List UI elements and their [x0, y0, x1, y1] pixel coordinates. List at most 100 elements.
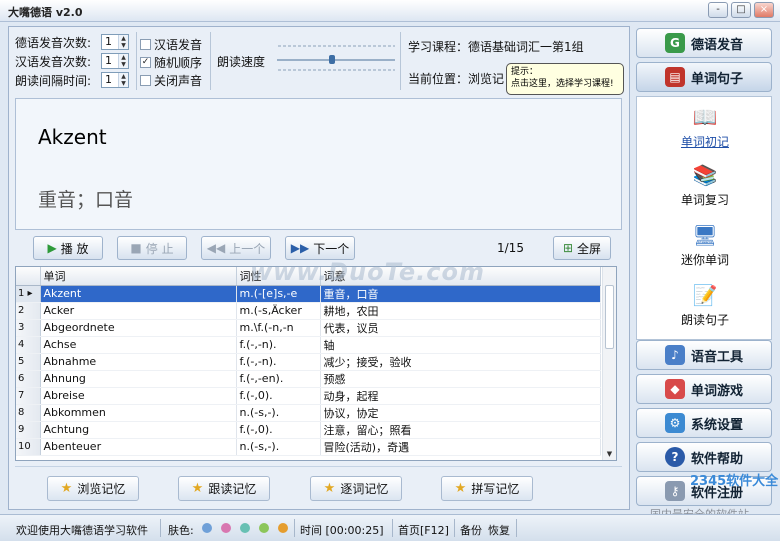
- chinese-audio-checkbox[interactable]: 汉语发音: [140, 36, 202, 53]
- table-row[interactable]: 10 Abenteuer n.(-s,-). 冒险(活动)，奇遇: [16, 438, 601, 456]
- german-repeat-value: 1: [105, 35, 112, 48]
- maximize-button[interactable]: □: [731, 2, 751, 18]
- word-cell: Abkommen: [40, 404, 237, 422]
- table-row[interactable]: 2 Acker m.(-s,Äcker 耕地，农田: [16, 302, 601, 320]
- book-icon: ▤: [664, 67, 685, 87]
- play-label: 播 放: [60, 241, 89, 256]
- restore-link[interactable]: 恢复: [488, 522, 510, 538]
- sidebar-system-settings[interactable]: ⚙ 系统设置: [636, 408, 772, 438]
- divider: [136, 32, 137, 90]
- table-row[interactable]: 5 Abnahme f.(-,-n). 减少；接受，验收: [16, 353, 601, 371]
- checkbox-label: 随机顺序: [154, 56, 203, 70]
- prev-button[interactable]: ◀◀ 上一个: [201, 236, 271, 260]
- browse-memory-button[interactable]: ★ 浏览记忆: [47, 476, 139, 501]
- subitem-review[interactable]: 📚 单词复习: [637, 163, 773, 208]
- table-row[interactable]: 6 Ahnung f.(-,-en). 预感: [16, 370, 601, 388]
- skin-pink[interactable]: [221, 523, 231, 533]
- column-header-meaning[interactable]: 词意: [320, 267, 601, 286]
- sidebar-german-pronunciation[interactable]: G 德语发音: [636, 28, 772, 58]
- row-number: 1 ▸: [16, 285, 41, 303]
- german-repeat-spinner[interactable]: 1 ▲ ▼: [101, 34, 129, 50]
- sidebar-label: 系统设置: [690, 417, 743, 433]
- fullscreen-button[interactable]: ⊞ 全屏: [553, 236, 611, 260]
- sidebar-label: 德语发音: [690, 37, 743, 53]
- app-title: 大嘴德语 v2.0: [8, 6, 83, 19]
- row-number: 5: [16, 353, 41, 371]
- slider-track[interactable]: [277, 59, 395, 61]
- german-repeat-label: 德语发音次数:: [15, 35, 92, 50]
- pos-cell: m.(-s,Äcker: [236, 302, 321, 320]
- row-number-header: [16, 267, 41, 286]
- sidebar-words-sentences[interactable]: ▤ 单词句子: [636, 62, 772, 92]
- minimize-button[interactable]: -: [708, 2, 728, 18]
- table-scrollbar[interactable]: ▼: [602, 267, 616, 460]
- table-row[interactable]: 4 Achse f.(-,-n). 轴: [16, 336, 601, 354]
- stop-label: 停 止: [145, 241, 174, 256]
- table-row[interactable]: 9 Achtung f.(-,0). 注意，留心；照看: [16, 421, 601, 439]
- word-cell: Achtung: [40, 421, 237, 439]
- skin-orange[interactable]: [278, 523, 288, 533]
- slider-thumb[interactable]: [329, 55, 335, 64]
- checkbox-box[interactable]: [140, 75, 151, 86]
- meaning-cell: 动身，起程: [320, 387, 601, 405]
- spinner-arrows-icon[interactable]: ▲ ▼: [118, 35, 128, 49]
- course-selector[interactable]: 学习课程：德语基础词汇一第1组: [408, 38, 584, 55]
- subitem-mini-words[interactable]: 🖥 迷你单词: [637, 223, 773, 268]
- subitem-read-sentences[interactable]: 📝 朗读句子: [637, 283, 773, 328]
- random-order-checkbox[interactable]: ✓ 随机顺序: [140, 54, 202, 71]
- pos-cell: n.(-s,-).: [236, 404, 321, 422]
- sidebar-voice-tools[interactable]: ♪ 语音工具: [636, 340, 772, 370]
- meaning-cell: 代表，议员: [320, 319, 601, 337]
- table-row[interactable]: 1 ▸ Akzent m.(-[e]s,-e 重音，口音: [16, 285, 601, 303]
- mute-checkbox[interactable]: 关闭声音: [140, 72, 202, 89]
- sidebar-help[interactable]: ? 软件帮助: [636, 442, 772, 472]
- table-row[interactable]: 7 Abreise f.(-,0). 动身，起程: [16, 387, 601, 405]
- stop-button[interactable]: ■ 停 止: [117, 236, 187, 260]
- stop-icon: ■: [130, 241, 142, 255]
- subitem-label: 朗读句子: [680, 313, 729, 327]
- divider: [160, 519, 161, 537]
- interval-spinner[interactable]: 1 ▲ ▼: [101, 72, 129, 88]
- game-icon: ◆: [664, 379, 685, 399]
- monitor-icon: 🖥: [692, 223, 718, 247]
- spelling-memory-button[interactable]: ★ 拼写记忆: [441, 476, 533, 501]
- home-link[interactable]: 首页[F12]: [398, 522, 449, 538]
- spinner-arrows-icon[interactable]: ▲ ▼: [118, 73, 128, 87]
- table-row[interactable]: 3 Abgeordnete m.\f.(-n,-n 代表，议员: [16, 319, 601, 337]
- chinese-repeat-spinner[interactable]: 1 ▲ ▼: [101, 53, 129, 69]
- follow-read-memory-button[interactable]: ★ 跟读记忆: [178, 476, 270, 501]
- chinese-repeat-value: 1: [105, 54, 112, 67]
- table-row[interactable]: 8 Abkommen n.(-s,-). 协议，协定: [16, 404, 601, 422]
- close-button[interactable]: ×: [754, 2, 774, 18]
- pos-cell: f.(-,-n).: [236, 336, 321, 354]
- skin-teal[interactable]: [240, 523, 250, 533]
- skin-label: 肤色:: [168, 524, 194, 537]
- meaning-cell: 冒险(活动)，奇遇: [320, 438, 601, 456]
- scroll-down-icon[interactable]: ▼: [605, 450, 614, 458]
- skin-blue[interactable]: [202, 523, 212, 533]
- spinner-arrows-icon[interactable]: ▲ ▼: [118, 54, 128, 68]
- skin-green[interactable]: [259, 523, 269, 533]
- word-by-word-memory-button[interactable]: ★ 逐词记忆: [310, 476, 402, 501]
- backup-link[interactable]: 备份: [460, 522, 482, 538]
- row-number: 8: [16, 404, 41, 422]
- play-button[interactable]: ▶ 播 放: [33, 236, 103, 260]
- word-display: Akzent 重音；口音: [15, 98, 622, 230]
- next-button[interactable]: ▶▶ 下一个: [285, 236, 355, 260]
- prev-icon: ◀◀: [206, 241, 226, 255]
- memory-mode-bar: ★ 浏览记忆 ★ 跟读记忆 ★ 逐词记忆 ★ 拼写记忆: [15, 466, 622, 510]
- sidebar-word-games[interactable]: ◆ 单词游戏: [636, 374, 772, 404]
- interval-label: 朗读间隔时间:: [15, 73, 92, 88]
- sidebar-label: 软件帮助: [690, 451, 743, 467]
- checkmark-icon[interactable]: ✓: [140, 57, 151, 68]
- column-header-pos[interactable]: 词性: [236, 267, 321, 286]
- speed-slider[interactable]: [277, 43, 395, 71]
- column-header-word[interactable]: 单词: [40, 267, 237, 286]
- window-controls: - □ ×: [708, 2, 774, 18]
- subitem-first-memory[interactable]: 📖 单词初记: [637, 105, 773, 150]
- meaning-cell: 耕地，农田: [320, 302, 601, 320]
- checkbox-box[interactable]: [140, 39, 151, 50]
- word-table[interactable]: 单词 词性 词意 1 ▸ Akzent m.(-[e]s,-e 重音，口音 2 Acker…: [15, 266, 617, 461]
- scrollbar-thumb[interactable]: [605, 285, 614, 349]
- books-icon: 📚: [692, 163, 718, 187]
